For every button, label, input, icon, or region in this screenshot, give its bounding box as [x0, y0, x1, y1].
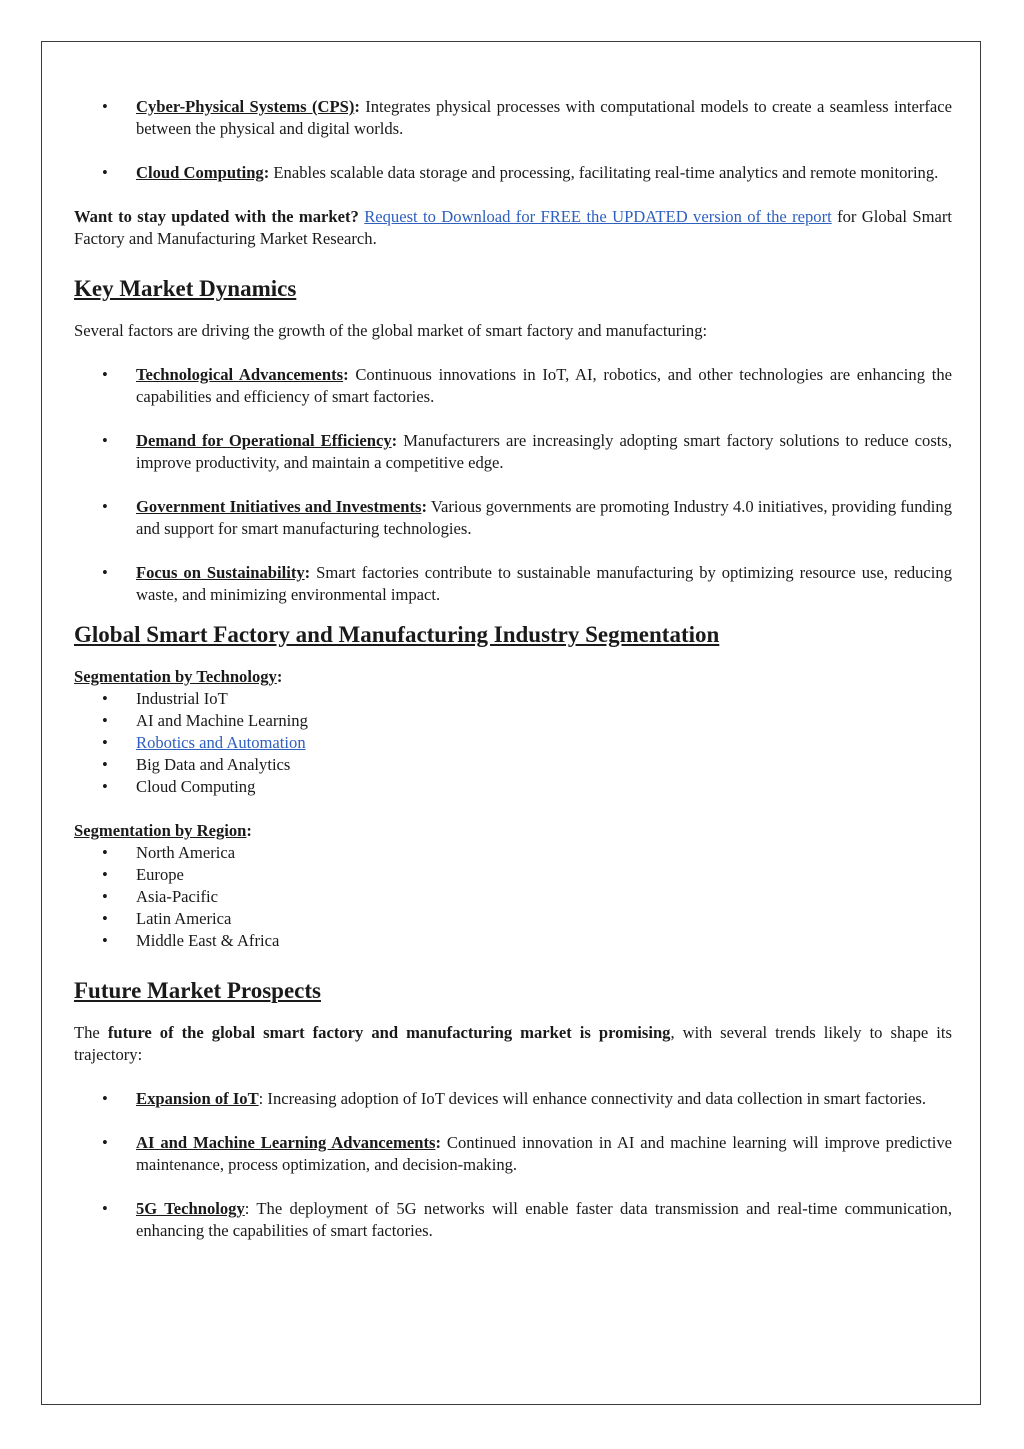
list-item: Technological Advancements: Continuous i…	[74, 364, 952, 408]
future-bullet-list: Expansion of IoT: Increasing adoption of…	[74, 1088, 952, 1242]
list-item: Industrial IoT	[74, 688, 952, 710]
list-item: Robotics and Automation	[74, 732, 952, 754]
subheading: Segmentation by Region	[74, 821, 247, 840]
technology-list: Industrial IoT AI and Machine Learning R…	[74, 688, 952, 798]
future-intro-pre: The	[74, 1023, 108, 1042]
colon: :	[276, 667, 283, 686]
future-intro: The future of the global smart factory a…	[74, 1022, 952, 1066]
colon: :	[246, 821, 252, 840]
list-item: Demand for Operational Efficiency: Manuf…	[74, 430, 952, 474]
bullet-term: 5G Technology	[136, 1199, 245, 1218]
list-item: Middle East & Africa	[74, 930, 952, 952]
bullet-term: AI and Machine Learning Advancements	[136, 1133, 436, 1152]
cta-paragraph: Want to stay updated with the market? Re…	[74, 206, 952, 250]
list-item: Cyber-Physical Systems (CPS): Integrates…	[74, 96, 952, 140]
cta-lead: Want to stay updated with the market?	[74, 207, 359, 226]
bullet-term: Focus on Sustainability	[136, 563, 305, 582]
bullet-term: Government Initiatives and Investments	[136, 497, 422, 516]
dynamics-bullet-list: Technological Advancements: Continuous i…	[74, 364, 952, 606]
bullet-term: Technological Advancements	[136, 365, 344, 384]
list-item: Expansion of IoT: Increasing adoption of…	[74, 1088, 952, 1110]
technology-segment-label: Segmentation by Technology:	[74, 666, 952, 688]
bullet-term: Cyber-Physical Systems (CPS)	[136, 97, 355, 116]
list-item: AI and Machine Learning	[74, 710, 952, 732]
bullet-term: Cloud Computing	[136, 163, 264, 182]
region-list: North America Europe Asia-Pacific Latin …	[74, 842, 952, 952]
list-item: Europe	[74, 864, 952, 886]
bullet-term: Demand for Operational Efficiency	[136, 431, 392, 450]
list-item: Latin America	[74, 908, 952, 930]
download-report-link[interactable]: Request to Download for FREE the UPDATED…	[364, 207, 832, 226]
dynamics-intro: Several factors are driving the growth o…	[74, 321, 708, 340]
bullet-text: The deployment of 5G networks will enabl…	[136, 1199, 952, 1240]
section-heading-segmentation: Global Smart Factory and Manufacturing I…	[74, 622, 720, 647]
robotics-automation-link[interactable]: Robotics and Automation	[136, 733, 306, 752]
future-intro-bold: future of the global smart factory and m…	[107, 1023, 671, 1042]
document-page: Cyber-Physical Systems (CPS): Integrates…	[41, 41, 981, 1405]
list-item: North America	[74, 842, 952, 864]
region-segment-label: Segmentation by Region:	[74, 820, 952, 842]
section-heading-dynamics: Key Market Dynamics	[74, 276, 297, 301]
list-item: 5G Technology: The deployment of 5G netw…	[74, 1198, 952, 1242]
list-item: Cloud Computing: Enables scalable data s…	[74, 162, 952, 184]
bullet-term: Expansion of IoT	[136, 1089, 259, 1108]
bullet-text: Enables scalable data storage and proces…	[269, 163, 939, 182]
bullet-text: Increasing adoption of IoT devices will …	[263, 1089, 927, 1108]
list-item: Asia-Pacific	[74, 886, 952, 908]
list-item: Cloud Computing	[74, 776, 952, 798]
section-heading-future: Future Market Prospects	[74, 978, 321, 1003]
list-item: Focus on Sustainability: Smart factories…	[74, 562, 952, 606]
list-item: Big Data and Analytics	[74, 754, 952, 776]
intro-bullet-list: Cyber-Physical Systems (CPS): Integrates…	[74, 96, 952, 184]
document-content: Cyber-Physical Systems (CPS): Integrates…	[74, 96, 952, 1264]
list-item: Government Initiatives and Investments: …	[74, 496, 952, 540]
subheading: Segmentation by Technology	[74, 667, 277, 686]
list-item: AI and Machine Learning Advancements: Co…	[74, 1132, 952, 1176]
